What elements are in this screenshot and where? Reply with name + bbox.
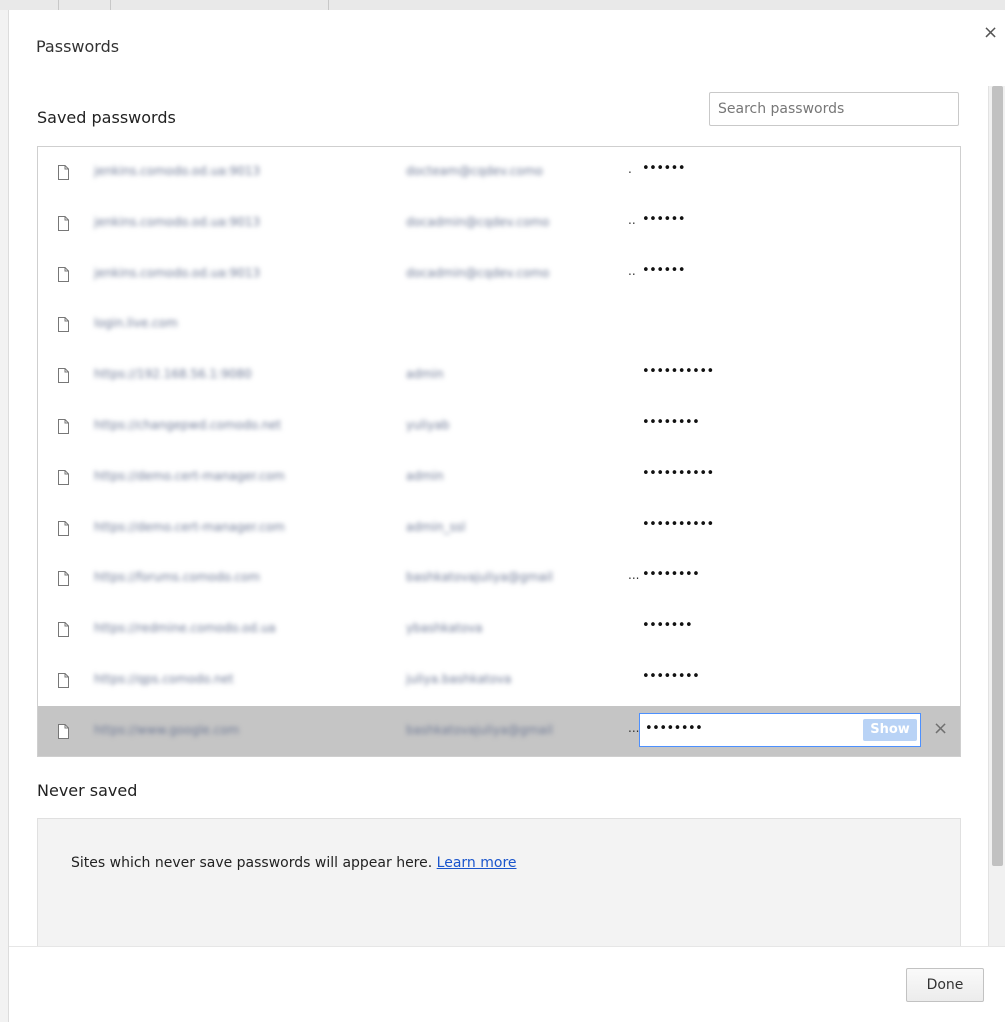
document-icon	[58, 571, 69, 586]
document-icon	[58, 267, 69, 282]
background-window-strip	[0, 0, 1005, 10]
close-icon[interactable]: ×	[983, 24, 998, 42]
row-site: https://forums.comodo.com	[94, 570, 261, 584]
password-row[interactable]: https://192.168.56.1:9080 admin ••••••••••	[38, 350, 960, 400]
dialog-title: Passwords	[36, 37, 120, 56]
document-icon	[58, 724, 69, 739]
row-site: https://demo.cert-manager.com	[94, 520, 285, 534]
row-site: https://192.168.56.1:9080	[94, 367, 252, 381]
row-username: docteam@cqdev.como	[406, 164, 543, 178]
document-icon	[58, 673, 69, 688]
document-icon	[58, 165, 69, 180]
row-username: admin	[406, 469, 444, 483]
password-row[interactable]: jenkins.comodo.od.ua:9013 docadmin@cqdev.…	[38, 249, 960, 299]
scrollbar-thumb[interactable]	[992, 86, 1003, 866]
password-field[interactable]: •••••••• Show	[639, 713, 921, 747]
row-site: login.live.com	[94, 316, 178, 330]
row-password: ••••••••	[642, 415, 700, 430]
dialog-scrollbar[interactable]	[988, 86, 1005, 946]
row-username-ellipsis: ...	[628, 568, 640, 582]
delete-icon[interactable]: ×	[933, 720, 948, 738]
row-site: https://redmine.comodo.od.ua	[94, 621, 276, 635]
row-username: bashkatovajuliya@gmail	[406, 570, 553, 584]
background-divider	[110, 0, 111, 10]
document-icon	[58, 622, 69, 637]
never-saved-box: Sites which never save passwords will ap…	[37, 818, 961, 946]
password-row-selected[interactable]: https://www.google.com bashkatovajuliya@g…	[38, 706, 960, 756]
done-button[interactable]: Done	[906, 968, 984, 1002]
password-row[interactable]: https://qps.comodo.net juliya.bashkatova •…	[38, 655, 960, 705]
row-password: ••••••••	[642, 669, 700, 684]
password-row[interactable]: https://redmine.comodo.od.ua ybashkatova •…	[38, 604, 960, 654]
row-site: jenkins.comodo.od.ua:9013	[94, 266, 261, 280]
password-row[interactable]: https://changepwd.comodo.net yuliyab •••••…	[38, 401, 960, 451]
row-site: jenkins.comodo.od.ua:9013	[94, 164, 261, 178]
row-username: admin	[406, 367, 444, 381]
password-row[interactable]: jenkins.comodo.od.ua:9013 docadmin@cqdev.…	[38, 198, 960, 248]
row-username: admin_ssl	[406, 520, 466, 534]
never-saved-heading: Never saved	[37, 781, 138, 800]
row-username-ellipsis: ..	[628, 264, 636, 278]
row-password: ••••••	[642, 263, 686, 278]
row-password: ••••••••	[642, 567, 700, 582]
row-username: juliya.bashkatova	[406, 672, 512, 686]
row-username: bashkatovajuliya@gmail	[406, 723, 553, 737]
row-password: ••••••••••	[642, 517, 714, 532]
row-username: yuliyab	[406, 418, 450, 432]
show-password-button[interactable]: Show	[863, 719, 917, 741]
row-password: ••••••	[642, 161, 686, 176]
document-icon	[58, 470, 69, 485]
row-password: ••••••••••	[642, 466, 714, 481]
never-saved-message: Sites which never save passwords will ap…	[71, 855, 433, 871]
row-username: docadmin@cqdev.como	[406, 266, 550, 280]
document-icon	[58, 368, 69, 383]
search-passwords-input[interactable]	[709, 92, 959, 126]
row-password: ••••••••	[645, 721, 703, 736]
background-window-edge	[0, 10, 9, 1022]
background-divider	[328, 0, 329, 10]
saved-passwords-list: jenkins.comodo.od.ua:9013 docteam@cqdev.c…	[37, 146, 961, 757]
row-username: docadmin@cqdev.como	[406, 215, 550, 229]
row-site: https://www.google.com	[94, 723, 240, 737]
row-site: https://changepwd.comodo.net	[94, 418, 282, 432]
password-row[interactable]: jenkins.comodo.od.ua:9013 docteam@cqdev.c…	[38, 147, 960, 197]
document-icon	[58, 521, 69, 536]
never-saved-message-line: Sites which never save passwords will ap…	[71, 855, 517, 871]
document-icon	[58, 216, 69, 231]
background-divider	[58, 0, 59, 10]
row-username: ybashkatova	[406, 621, 483, 635]
password-row[interactable]: login.live.com	[38, 299, 960, 349]
document-icon	[58, 317, 69, 332]
row-password: •••••••	[642, 618, 693, 633]
footer-divider	[9, 946, 1005, 947]
password-row[interactable]: https://forums.comodo.com bashkatovajuliy…	[38, 553, 960, 603]
password-row[interactable]: https://demo.cert-manager.com admin_ssl ••…	[38, 503, 960, 553]
row-site: jenkins.comodo.od.ua:9013	[94, 215, 261, 229]
row-username-ellipsis: .	[628, 162, 632, 176]
saved-passwords-heading: Saved passwords	[37, 108, 176, 127]
password-row[interactable]: https://demo.cert-manager.com admin ••••••…	[38, 452, 960, 502]
row-site: https://qps.comodo.net	[94, 672, 234, 686]
learn-more-link[interactable]: Learn more	[437, 855, 517, 871]
row-password: ••••••••••	[642, 364, 714, 379]
row-password: ••••••	[642, 212, 686, 227]
document-icon	[58, 419, 69, 434]
row-username-ellipsis: ...	[628, 721, 640, 735]
row-username-ellipsis: ..	[628, 213, 636, 227]
row-site: https://demo.cert-manager.com	[94, 469, 285, 483]
